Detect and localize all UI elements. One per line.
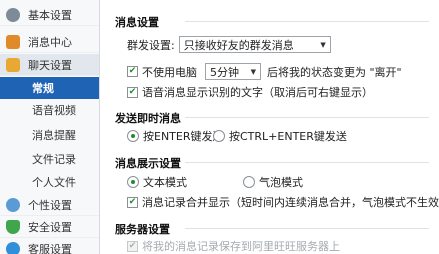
sidebar-item-voice-video[interactable]: 语音视频 [0,99,99,121]
sidebar-category-label: 基本设置 [28,8,72,22]
server-save-checkbox[interactable]: ✔ [127,240,138,252]
sidebar-item-personal-files[interactable]: 个人文件 [0,171,99,193]
sidebar-category-security[interactable]: 安全设置 [0,216,99,238]
sidebar-category-personalization[interactable]: 个性设置 [0,194,99,216]
chat-icon [6,57,20,72]
section-title-server-settings: 服务器设置 [115,223,170,236]
idle-minutes-select[interactable]: 5分钟 ▼ [205,63,261,80]
idle-suffix-label: 后将我的状态变更为 "离开" [267,65,402,79]
section-divider [185,228,429,229]
sidebar-item-general[interactable]: 常规 [0,77,99,99]
merge-records-row: ✔ 消息记录合并显示（短时间内连续消息合并，气泡模式不生效） [127,194,439,210]
display-bubble-label: 气泡模式 [259,176,303,189]
sidebar-item-file-records[interactable]: 文件记录 [0,148,99,170]
sidebar-category-chat[interactable]: 聊天设置 [0,54,99,76]
sidebar-category-label: 聊天设置 [28,58,72,72]
display-text-label: 文本模式 [143,176,187,189]
group-message-label: 群发设置: [127,38,175,52]
chevron-down-icon: ▼ [250,67,256,76]
sidebar-item-label: 个人文件 [32,176,76,189]
group-message-select[interactable]: 只接收好友的群发消息 ▼ [178,36,331,53]
section-title-display-settings: 消息展示设置 [115,157,181,170]
shield-icon [6,219,20,234]
server-save-row: ✔ 将我的消息记录保存到阿里旺旺服务器上 [127,238,340,254]
sidebar-item-message-alert[interactable]: 消息提醒 [0,124,99,146]
idle-status-row: ✔ 不使用电脑 5分钟 ▼ 后将我的状态变更为 "离开" [127,63,402,80]
merge-records-checkbox[interactable]: ✔ [127,196,138,208]
group-message-row: 群发设置: 只接收好友的群发消息 ▼ [127,36,335,53]
sidebar-category-label: 客服设置 [28,242,72,254]
sidebar-category-label: 个性设置 [28,198,72,212]
sidebar-category-basic[interactable]: 基本设置 [0,4,99,26]
settings-panel: 消息设置 群发设置: 只接收好友的群发消息 ▼ ✔ 不使用电脑 5分钟 ▼ 后将… [101,0,439,254]
sidebar-item-label: 消息提醒 [32,129,76,142]
section-title-message-settings: 消息设置 [115,16,159,29]
send-enter-label: 按ENTER键发送 [143,130,224,143]
send-ctrl-enter-radio[interactable] [213,130,225,142]
group-message-value: 只接收好友的群发消息 [183,38,294,52]
display-text-option[interactable]: 文本模式 [127,174,187,190]
sidebar-item-label: 文件记录 [32,153,76,166]
idle-minutes-value: 5分钟 [210,65,239,79]
voice-text-row: ✔ 语音消息显示识别的文字（取消后可右键显示） [127,84,373,100]
sidebar-item-label: 语音视频 [32,104,76,117]
idle-checkbox-label: 不使用电脑 [142,65,197,79]
section-divider [185,117,429,118]
send-ctrl-enter-label: 按CTRL+ENTER键发送 [229,130,347,143]
sidebar-item-label: 常规 [32,82,54,95]
sidebar-category-label: 消息中心 [28,35,72,49]
send-enter-radio[interactable] [127,130,139,142]
voice-text-checkbox[interactable]: ✔ [127,86,138,98]
person-icon [6,197,20,212]
section-divider [185,162,429,163]
gear-icon [6,7,20,22]
voice-text-label: 语音消息显示识别的文字（取消后可右键显示） [142,86,373,99]
sidebar-category-message-center[interactable]: 消息中心 [0,31,99,53]
mail-icon [6,34,20,49]
send-ctrl-enter-option[interactable]: 按CTRL+ENTER键发送 [213,128,347,144]
sidebar-category-label: 安全设置 [28,220,72,234]
headset-icon [6,241,20,254]
idle-checkbox[interactable]: ✔ [127,66,138,77]
section-title-send-message: 发送即时消息 [115,112,181,125]
send-enter-option[interactable]: 按ENTER键发送 [127,128,224,144]
section-divider [185,21,429,22]
display-text-radio[interactable] [127,176,139,188]
merge-records-label: 消息记录合并显示（短时间内连续消息合并，气泡模式不生效） [142,196,439,209]
display-bubble-radio[interactable] [243,176,255,188]
settings-sidebar: 基本设置 消息中心 聊天设置 常规 语音视频 消息提醒 文件记录 个人文件 个性… [0,0,100,254]
display-bubble-option[interactable]: 气泡模式 [243,174,303,190]
chevron-down-icon: ▼ [320,40,326,49]
sidebar-category-customer-service[interactable]: 客服设置 [0,238,99,254]
server-save-label: 将我的消息记录保存到阿里旺旺服务器上 [142,240,340,253]
